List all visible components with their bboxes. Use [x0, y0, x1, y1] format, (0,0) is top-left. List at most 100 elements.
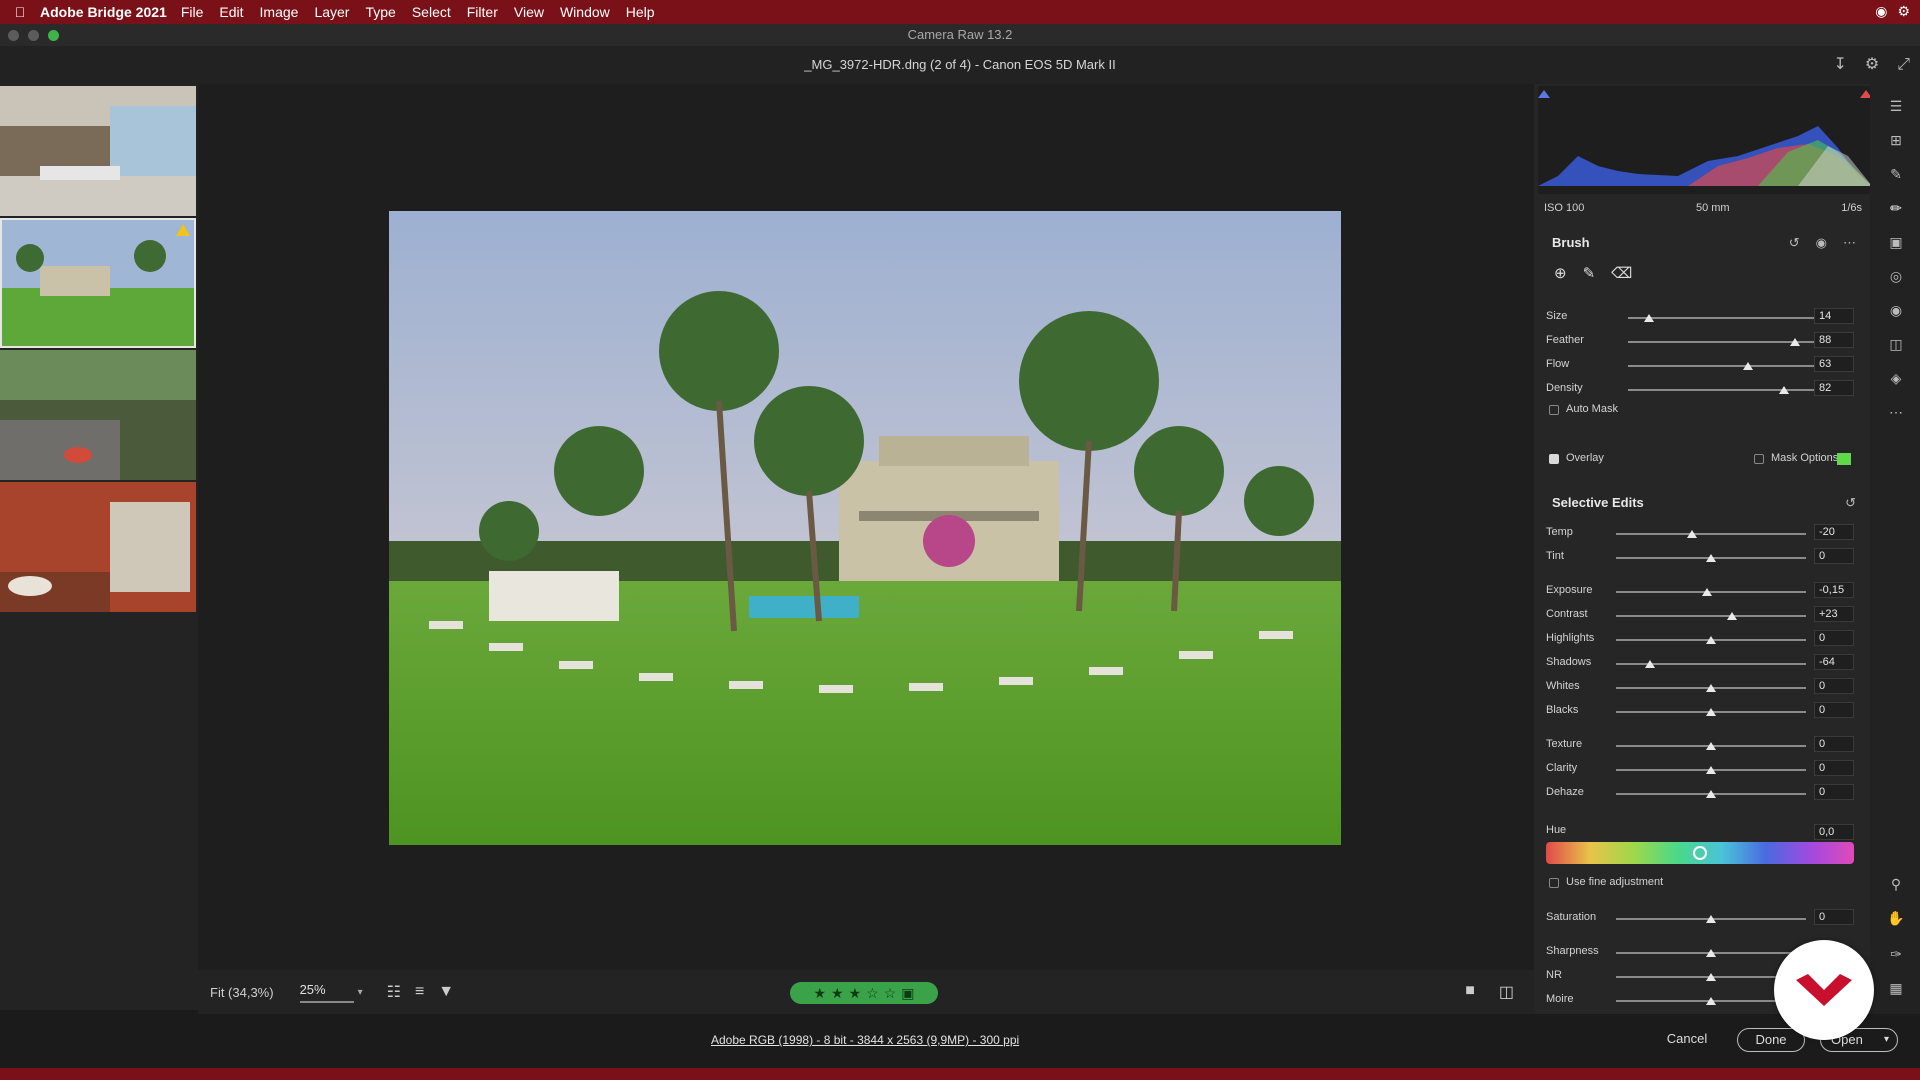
overlay-checkbox[interactable]: [1549, 454, 1559, 464]
selective-slider-track[interactable]: [1616, 612, 1806, 620]
creative-cloud-icon[interactable]: ◉: [1875, 3, 1887, 20]
adjustment-brush-icon[interactable]: ✏: [1886, 200, 1906, 217]
selective-slider-track[interactable]: [1616, 684, 1806, 692]
crop-icon[interactable]: ⊞: [1886, 132, 1906, 149]
star-icon-3[interactable]: ★: [849, 985, 862, 1002]
trash-icon[interactable]: ▣: [901, 985, 914, 1002]
filmstrip-toggle-icon[interactable]: ☷: [387, 982, 401, 1002]
snapshots-icon[interactable]: ◫: [1886, 336, 1906, 353]
selective-slider-thumb[interactable]: [1645, 660, 1656, 668]
brush-slider-value[interactable]: 63: [1814, 356, 1854, 372]
hue-slider-knob[interactable]: [1693, 846, 1707, 860]
zoom-level-select[interactable]: 25%: [299, 982, 354, 1003]
menu-edit[interactable]: Edit: [219, 4, 243, 20]
selective-slider-thumb[interactable]: [1706, 554, 1716, 562]
detail-slider-thumb[interactable]: [1706, 949, 1716, 957]
cancel-button[interactable]: Cancel: [1652, 1028, 1722, 1052]
detail-slider-thumb[interactable]: [1706, 973, 1716, 981]
single-view-icon[interactable]: ■: [1465, 982, 1475, 1002]
selective-slider-track[interactable]: [1616, 588, 1806, 596]
mask-options-checkbox[interactable]: [1754, 454, 1764, 464]
brush-slider-thumb[interactable]: [1778, 386, 1789, 394]
selective-slider-thumb[interactable]: [1706, 636, 1716, 644]
brush-slider-track[interactable]: [1628, 362, 1818, 370]
more-options-icon[interactable]: ⋯: [1843, 235, 1856, 251]
color-sampler-icon[interactable]: ✑: [1886, 946, 1906, 963]
presets-icon[interactable]: ◈: [1886, 370, 1906, 387]
detail-slider-value[interactable]: 0: [1814, 909, 1854, 925]
fullscreen-icon[interactable]: ⤢: [1897, 46, 1910, 84]
apple-icon[interactable]: : [0, 4, 40, 20]
visibility-eye-icon[interactable]: ◉: [1816, 235, 1827, 251]
selective-slider-track[interactable]: [1616, 708, 1806, 716]
selective-slider-track[interactable]: [1616, 636, 1806, 644]
menu-image[interactable]: Image: [260, 4, 299, 20]
brush-slider-thumb[interactable]: [1790, 338, 1801, 346]
star-rating[interactable]: ★ ★ ★ ☆ ☆ ▣: [790, 982, 938, 1004]
detail-slider-track[interactable]: [1616, 915, 1806, 923]
selective-slider-track[interactable]: [1616, 790, 1806, 798]
brush-slider-track[interactable]: [1628, 386, 1818, 394]
selective-slider-track[interactable]: [1616, 742, 1806, 750]
close-window-button[interactable]: [8, 30, 19, 41]
reset-icon[interactable]: ↺: [1845, 495, 1856, 511]
hue-value[interactable]: 0,0: [1814, 824, 1854, 840]
star-icon-2[interactable]: ★: [831, 985, 844, 1002]
brush-slider-value[interactable]: 14: [1814, 308, 1854, 324]
menu-type[interactable]: Type: [365, 4, 395, 20]
selective-slider-value[interactable]: -0,15: [1814, 582, 1854, 598]
selective-slider-thumb[interactable]: [1726, 612, 1737, 620]
menu-window[interactable]: Window: [560, 4, 610, 20]
reset-icon[interactable]: ↺: [1789, 235, 1800, 251]
save-icon[interactable]: ↧: [1833, 46, 1846, 84]
selective-slider-value[interactable]: -20: [1814, 524, 1854, 540]
fine-adjustment-checkbox[interactable]: [1549, 878, 1559, 888]
selective-slider-value[interactable]: 0: [1814, 736, 1854, 752]
menu-filter[interactable]: Filter: [467, 4, 498, 20]
selective-slider-thumb[interactable]: [1702, 588, 1713, 596]
radial-filter-icon[interactable]: ◎: [1886, 268, 1906, 285]
selective-slider-value[interactable]: +23: [1814, 606, 1854, 622]
mask-color-swatch[interactable]: [1837, 453, 1851, 465]
thumbnail-2[interactable]: [0, 218, 196, 348]
linear-gradient-icon[interactable]: ▣: [1886, 234, 1906, 251]
auto-mask-checkbox[interactable]: [1549, 405, 1559, 415]
star-icon-5[interactable]: ☆: [884, 985, 897, 1002]
zoom-window-button[interactable]: [48, 30, 59, 41]
hand-icon[interactable]: ✋: [1886, 910, 1906, 927]
brush-icon[interactable]: ✎: [1583, 264, 1596, 282]
selective-slider-value[interactable]: 0: [1814, 784, 1854, 800]
brush-slider-value[interactable]: 88: [1814, 332, 1854, 348]
before-after-icon[interactable]: ◫: [1499, 982, 1514, 1002]
selective-slider-value[interactable]: 0: [1814, 760, 1854, 776]
thumbnail-3[interactable]: [0, 350, 196, 480]
menu-view[interactable]: View: [514, 4, 544, 20]
menu-help[interactable]: Help: [626, 4, 655, 20]
app-name[interactable]: Adobe Bridge 2021: [40, 4, 167, 20]
selective-slider-value[interactable]: 0: [1814, 548, 1854, 564]
workflow-options-link[interactable]: Adobe RGB (1998) - 8 bit - 3844 x 2563 (…: [711, 1033, 1019, 1047]
selective-slider-value[interactable]: 0: [1814, 630, 1854, 646]
selective-slider-thumb[interactable]: [1706, 742, 1716, 750]
grid-icon[interactable]: ▦: [1886, 980, 1906, 997]
thumbnail-1[interactable]: [0, 86, 196, 216]
selective-slider-track[interactable]: [1616, 660, 1806, 668]
star-icon-1[interactable]: ★: [813, 985, 826, 1002]
zoom-icon[interactable]: ⚲: [1886, 876, 1906, 893]
selective-slider-value[interactable]: 0: [1814, 702, 1854, 718]
edit-sliders-icon[interactable]: ☰: [1886, 98, 1906, 115]
chevron-down-icon[interactable]: ▾: [1884, 1029, 1889, 1051]
brush-slider-thumb[interactable]: [1643, 314, 1654, 322]
selective-slider-thumb[interactable]: [1687, 530, 1697, 538]
menu-layer[interactable]: Layer: [314, 4, 349, 20]
brush-slider-track[interactable]: [1628, 314, 1818, 322]
selective-slider-value[interactable]: 0: [1814, 678, 1854, 694]
selective-slider-track[interactable]: [1616, 554, 1806, 562]
selective-slider-track[interactable]: [1616, 766, 1806, 774]
gear-icon[interactable]: ⚙: [1897, 3, 1910, 20]
detail-slider-thumb[interactable]: [1706, 915, 1716, 923]
selective-slider-thumb[interactable]: [1706, 708, 1716, 716]
selective-slider-track[interactable]: [1616, 530, 1806, 538]
brush-slider-thumb[interactable]: [1742, 362, 1753, 370]
selective-slider-thumb[interactable]: [1706, 790, 1716, 798]
